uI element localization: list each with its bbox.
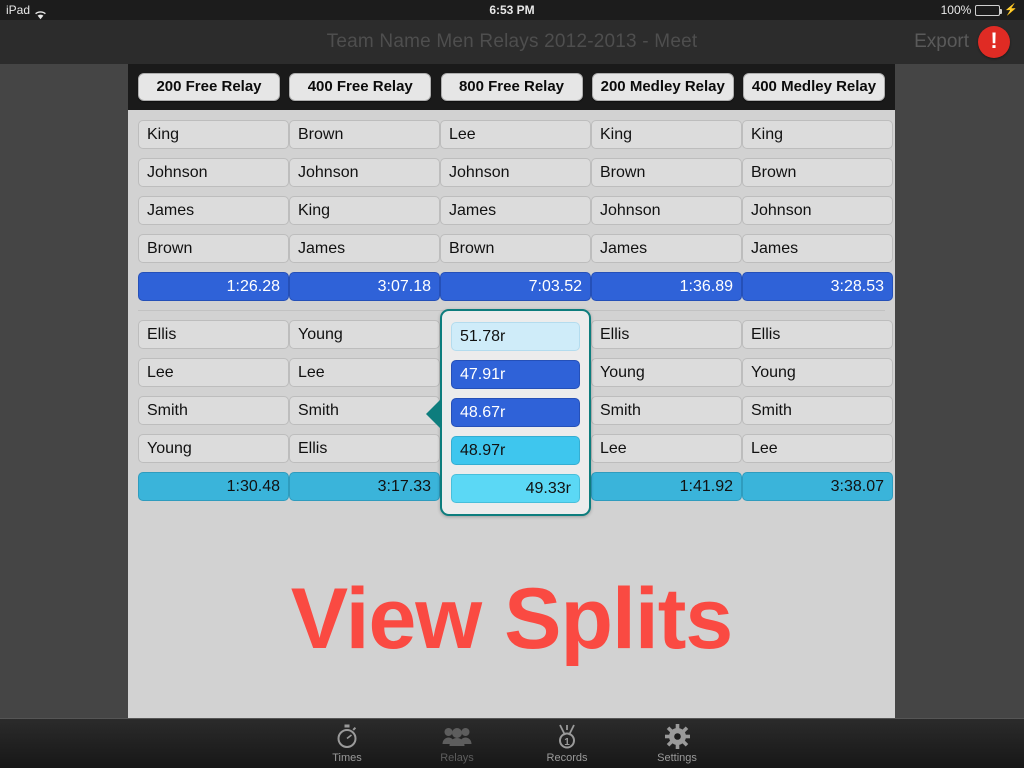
swimmer-cell[interactable]: Smith: [591, 396, 742, 425]
swimmer-cell[interactable]: James: [742, 234, 893, 263]
relay-total-time[interactable]: 7:03.52: [440, 272, 591, 301]
relay-column-b3: Ellis Young Smith Lee 1:41.92: [591, 320, 742, 516]
swimmer-cell[interactable]: Brown: [289, 120, 440, 149]
clock: 6:53 PM: [489, 3, 535, 17]
tab-label: Relays: [440, 751, 474, 764]
tab-label: Settings: [657, 751, 697, 764]
swimmer-cell[interactable]: Johnson: [742, 196, 893, 225]
swimmer-cell[interactable]: Smith: [289, 396, 440, 425]
highlighted-splits-column[interactable]: 51.78r 47.91r 48.67r 48.97r 49.33r: [426, 309, 591, 516]
split-cell[interactable]: 47.91r: [451, 360, 580, 389]
split-cell[interactable]: 51.78r: [451, 322, 580, 351]
relay-total-time[interactable]: 1:36.89: [591, 272, 742, 301]
swimmer-cell[interactable]: King: [742, 120, 893, 149]
relay-tab-400-medley[interactable]: 400 Medley Relay: [743, 73, 885, 101]
swimmer-cell[interactable]: Johnson: [591, 196, 742, 225]
stopwatch-icon: [335, 724, 359, 750]
swimmer-cell[interactable]: Young: [591, 358, 742, 387]
nav-bar-right: Export !: [914, 20, 1010, 64]
swimmer-cell[interactable]: Johnson: [138, 158, 289, 187]
status-bar: iPad 6:53 PM 100% ⚡: [0, 0, 1024, 20]
split-cell[interactable]: 48.67r: [451, 398, 580, 427]
swimmer-cell[interactable]: Smith: [138, 396, 289, 425]
relay-column-a2: Brown Johnson King James 3:07.18: [289, 120, 440, 301]
relay-tab-200-medley[interactable]: 200 Medley Relay: [591, 73, 734, 101]
relay-total-time[interactable]: 3:17.33: [289, 472, 440, 501]
swimmer-cell[interactable]: Young: [742, 358, 893, 387]
swimmer-cell[interactable]: Lee: [289, 358, 440, 387]
people-icon: [442, 724, 472, 750]
swimmer-cell[interactable]: Brown: [440, 234, 591, 263]
relay-column-b2: Young Lee Smith Ellis 3:17.33: [289, 320, 440, 516]
swimmer-cell[interactable]: Ellis: [289, 434, 440, 463]
relay-column-a4: King Brown Johnson James 1:36.89: [591, 120, 742, 301]
swimmer-cell[interactable]: James: [289, 234, 440, 263]
swimmer-cell[interactable]: Ellis: [742, 320, 893, 349]
relay-column-b4: Ellis Young Smith Lee 3:38.07: [742, 320, 893, 516]
swimmer-cell[interactable]: Brown: [742, 158, 893, 187]
left-arrow-pointer-icon: [426, 399, 441, 429]
swimmer-cell[interactable]: Brown: [138, 234, 289, 263]
relay-content-panel: King Johnson James Brown 1:26.28 Brown J…: [128, 110, 895, 718]
relay-column-a1: King Johnson James Brown 1:26.28: [138, 120, 289, 301]
relay-column-a5: King Brown Johnson James 3:28.53: [742, 120, 893, 301]
swimmer-cell[interactable]: James: [440, 196, 591, 225]
tab-label: Records: [546, 751, 588, 764]
relay-total-time[interactable]: 1:30.48: [138, 472, 289, 501]
relay-total-time[interactable]: 3:28.53: [742, 272, 893, 301]
swimmer-cell[interactable]: Lee: [138, 358, 289, 387]
swimmer-cell[interactable]: Ellis: [138, 320, 289, 349]
split-cell[interactable]: 48.97r: [451, 436, 580, 465]
tab-relays[interactable]: Relays: [402, 719, 512, 768]
swimmer-cell[interactable]: King: [289, 196, 440, 225]
swimmer-cell[interactable]: James: [591, 234, 742, 263]
swimmer-cell[interactable]: Johnson: [289, 158, 440, 187]
relay-total-time[interactable]: 3:38.07: [742, 472, 893, 501]
relay-tab-400-free[interactable]: 400 Free Relay: [289, 73, 432, 101]
relay-total-time[interactable]: 1:26.28: [138, 272, 289, 301]
relay-tab-800-free[interactable]: 800 Free Relay: [440, 73, 583, 101]
exclamation-badge-icon[interactable]: !: [978, 26, 1010, 58]
swimmer-cell[interactable]: Young: [289, 320, 440, 349]
relay-type-tab-strip: 200 Free Relay 400 Free Relay 800 Free R…: [128, 64, 895, 110]
swimmer-cell[interactable]: King: [138, 120, 289, 149]
svg-text:1: 1: [564, 737, 570, 748]
relay-group-a: King Johnson James Brown 1:26.28 Brown J…: [128, 110, 895, 301]
relay-column-a3: Lee Johnson James Brown 7:03.52: [440, 120, 591, 301]
lightning-bolt-icon: ⚡: [1004, 4, 1018, 16]
swimmer-cell[interactable]: Lee: [440, 120, 591, 149]
tab-label: Times: [332, 751, 362, 764]
swimmer-cell[interactable]: Young: [138, 434, 289, 463]
page-title: Team Name Men Relays 2012-2013 - Meet: [326, 31, 698, 52]
tab-times[interactable]: Times: [292, 719, 402, 768]
relay-total-time[interactable]: 1:41.92: [591, 472, 742, 501]
swimmer-cell[interactable]: Lee: [591, 434, 742, 463]
gear-icon: [664, 724, 690, 750]
swimmer-cell[interactable]: Johnson: [440, 158, 591, 187]
export-button[interactable]: Export: [914, 31, 969, 53]
swimmer-cell[interactable]: James: [138, 196, 289, 225]
ipad-screen: iPad 6:53 PM 100% ⚡ Team Name Men Relays…: [0, 0, 1024, 768]
bottom-tab-bar: Times Relays 1 Records Settings: [0, 718, 1024, 768]
swimmer-cell[interactable]: Lee: [742, 434, 893, 463]
medal-icon: 1: [555, 724, 579, 750]
battery-icon: [975, 4, 1003, 16]
split-total-cell[interactable]: 49.33r: [451, 474, 580, 503]
navigation-bar: Team Name Men Relays 2012-2013 - Meet Ex…: [0, 20, 1024, 64]
exclamation-glyph: !: [990, 28, 998, 53]
tab-records[interactable]: 1 Records: [512, 719, 622, 768]
relay-total-time[interactable]: 3:07.18: [289, 272, 440, 301]
swimmer-cell[interactable]: King: [591, 120, 742, 149]
relay-column-b1: Ellis Lee Smith Young 1:30.48: [138, 320, 289, 516]
swimmer-cell[interactable]: Ellis: [591, 320, 742, 349]
relay-tab-200-free[interactable]: 200 Free Relay: [138, 73, 280, 101]
relay-group-b: Ellis Lee Smith Young 1:30.48 Young Lee …: [128, 309, 895, 516]
swimmer-cell[interactable]: Smith: [742, 396, 893, 425]
swimmer-cell[interactable]: Brown: [591, 158, 742, 187]
battery-percent-label: 100%: [940, 3, 972, 17]
status-bar-right: 100% ⚡: [941, 0, 1018, 20]
tab-settings[interactable]: Settings: [622, 719, 732, 768]
